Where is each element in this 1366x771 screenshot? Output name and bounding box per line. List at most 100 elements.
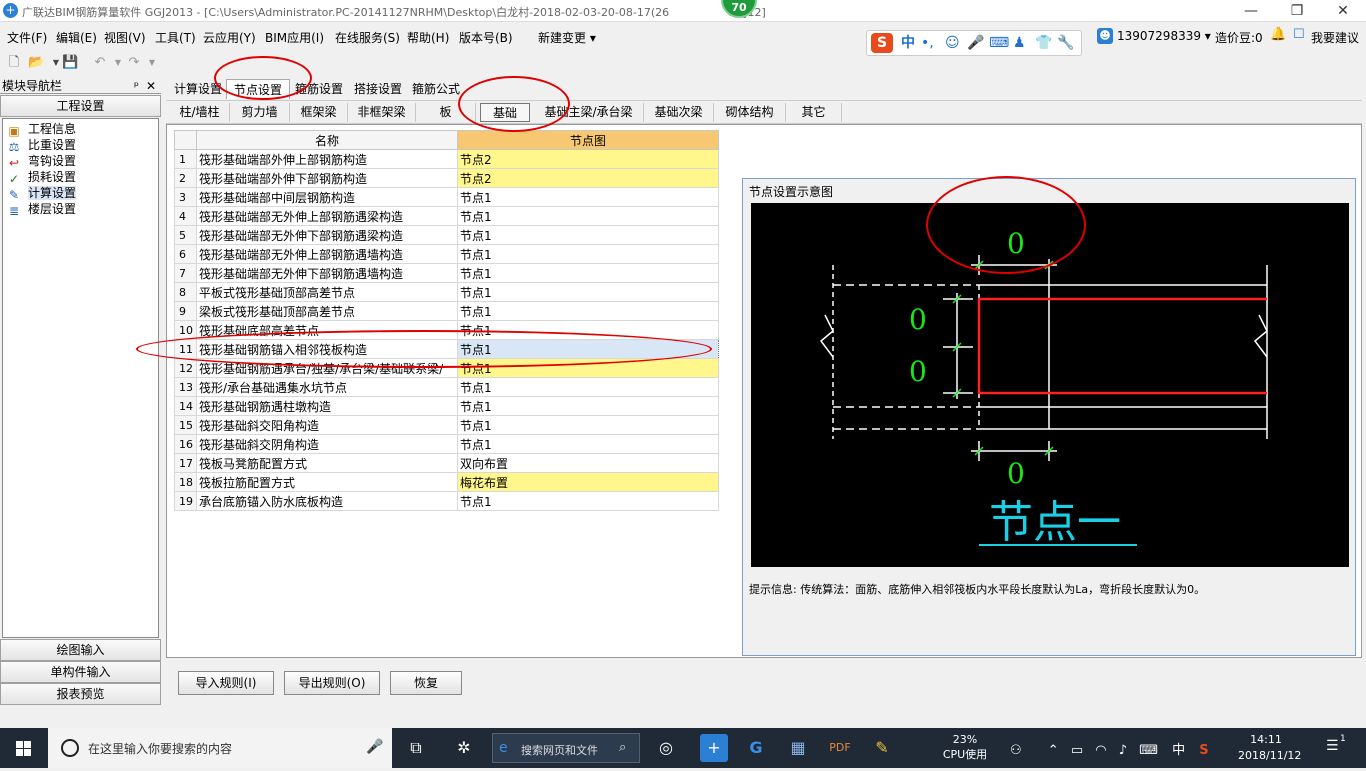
- table-row[interactable]: 8 平板式筏形基础顶部高差节点 节点1: [174, 282, 719, 302]
- menu-bim[interactable]: BIM应用(I): [265, 29, 324, 46]
- menu-version[interactable]: 版本号(B): [459, 29, 513, 46]
- row-name[interactable]: 筏形基础端部外伸下部钢筋构造: [196, 168, 458, 188]
- table-row[interactable]: 17 筏板马凳筋配置方式 双向布置: [174, 453, 719, 473]
- browser-g-icon[interactable]: G: [742, 734, 770, 762]
- pinwheel-icon[interactable]: ✲: [450, 734, 478, 762]
- row-node-value[interactable]: 节点2: [457, 168, 719, 188]
- undo-dropdown-icon[interactable]: ▼: [110, 55, 126, 71]
- subtab-other[interactable]: 其它: [786, 103, 842, 122]
- table-row[interactable]: 18 筏板拉筋配置方式 梅花布置: [174, 472, 719, 492]
- table-row[interactable]: 6 筏形基础端部无外伸上部钢筋遇墙构造 节点1: [174, 244, 719, 264]
- row-node-value[interactable]: 节点1: [457, 263, 719, 283]
- device-icon[interactable]: ▭: [1071, 743, 1083, 758]
- row-name[interactable]: 筏形/承台基础遇集水坑节点: [196, 377, 458, 397]
- table-row[interactable]: 5 筏形基础端部无外伸下部钢筋遇梁构造 节点1: [174, 225, 719, 245]
- subtab-masonry[interactable]: 砌体结构: [714, 103, 786, 122]
- nav-section-project-settings[interactable]: 工程设置: [0, 95, 161, 117]
- nav-item-project-info[interactable]: ▣ 工程信息: [6, 121, 76, 138]
- row-node-value[interactable]: 梅花布置: [457, 472, 719, 492]
- row-node-value[interactable]: 节点1: [457, 301, 719, 321]
- row-node-value[interactable]: 节点1: [457, 187, 719, 207]
- ime-toolbar[interactable]: S 中 •, ☺ 🎤 ⌨ ♟ 👕 🔧: [866, 30, 1082, 56]
- menu-help[interactable]: 帮助(H): [407, 29, 449, 46]
- keyboard-icon[interactable]: ⌨: [989, 33, 1009, 53]
- row-name[interactable]: 筏形基础端部中间层钢筋构造: [196, 187, 458, 207]
- nav-item-loss[interactable]: ✓ 损耗设置: [6, 169, 76, 186]
- row-node-value[interactable]: 节点1: [457, 244, 719, 264]
- table-row[interactable]: 19 承台底筋锚入防水底板构造 节点1: [174, 491, 719, 511]
- row-name[interactable]: 筏板马凳筋配置方式: [196, 453, 458, 473]
- menu-file[interactable]: 文件(F): [7, 29, 47, 46]
- minimize-button[interactable]: —: [1228, 0, 1274, 22]
- emoji-icon[interactable]: ☺: [945, 33, 960, 53]
- subtab-column[interactable]: 柱/墙柱: [170, 103, 230, 122]
- nav-section-report[interactable]: 报表预览: [0, 683, 161, 705]
- undo-icon[interactable]: ↶: [92, 55, 108, 71]
- save-icon[interactable]: 💾: [62, 55, 78, 71]
- menu-tools[interactable]: 工具(T): [155, 29, 196, 46]
- wifi-icon[interactable]: ◠: [1095, 743, 1106, 758]
- subtab-foundation-sub-beam[interactable]: 基础次梁: [644, 103, 714, 122]
- menu-new-change[interactable]: 新建变更 ▾: [538, 29, 596, 46]
- export-rules-button[interactable]: 导出规则(O): [284, 671, 380, 695]
- edge-search-box[interactable]: e 搜索网页和文件 ⌕: [492, 733, 640, 763]
- bell-icon[interactable]: 🔔: [1270, 27, 1286, 42]
- table-row[interactable]: 3 筏形基础端部中间层钢筋构造 节点1: [174, 187, 719, 207]
- row-node-value[interactable]: 节点1: [457, 206, 719, 226]
- ime-mode[interactable]: 中: [901, 33, 915, 53]
- tab-lap-settings[interactable]: 搭接设置: [350, 79, 406, 99]
- subtab-nonframe-beam[interactable]: 非框架梁: [348, 103, 416, 122]
- redo-dropdown-icon[interactable]: ▼: [144, 55, 160, 71]
- tray-up-icon[interactable]: ⌃: [1048, 743, 1059, 758]
- tools-icon[interactable]: ♟: [1013, 33, 1026, 53]
- row-name[interactable]: 筏形基础端部无外伸下部钢筋遇梁构造: [196, 225, 458, 245]
- notification-icon[interactable]: ☰: [1326, 738, 1339, 754]
- row-name[interactable]: 筏板拉筋配置方式: [196, 472, 458, 492]
- nav-item-hook[interactable]: ↩ 弯钩设置: [6, 153, 76, 170]
- row-node-value[interactable]: 节点1: [457, 282, 719, 302]
- clock[interactable]: 14:11 2018/11/12: [1238, 732, 1301, 764]
- user-icon[interactable]: ☻: [1097, 28, 1113, 44]
- nav-item-weight[interactable]: ⚖ 比重设置: [6, 137, 76, 154]
- volume-icon[interactable]: ♪: [1119, 743, 1127, 758]
- keyboard-tray-icon[interactable]: ⌨: [1139, 743, 1158, 758]
- row-name[interactable]: 筏形基础端部外伸上部钢筋构造: [196, 149, 458, 169]
- task-view-icon[interactable]: ⧉: [402, 734, 430, 762]
- app-box-icon[interactable]: ▦: [784, 734, 812, 762]
- table-row[interactable]: 15 筏形基础斜交阳角构造 节点1: [174, 415, 719, 435]
- cpu-meter[interactable]: 23% CPU使用: [930, 732, 1000, 766]
- row-node-value[interactable]: 节点1: [457, 434, 719, 454]
- table-row[interactable]: 7 筏形基础端部无外伸下部钢筋遇墙构造 节点1: [174, 263, 719, 283]
- maximize-button[interactable]: ❐: [1274, 0, 1320, 22]
- row-node-value[interactable]: 节点2: [457, 149, 719, 169]
- row-name[interactable]: 筏形基础斜交阴角构造: [196, 434, 458, 454]
- notes-app-icon[interactable]: ✎: [868, 734, 896, 762]
- nav-close-icon[interactable]: ✕: [146, 78, 156, 94]
- row-node-value[interactable]: 节点1: [457, 396, 719, 416]
- account-phone[interactable]: 13907298339 ▾: [1117, 29, 1211, 43]
- row-name[interactable]: 筏形基础端部无外伸下部钢筋遇墙构造: [196, 263, 458, 283]
- table-row[interactable]: 9 梁板式筏形基础顶部高差节点 节点1: [174, 301, 719, 321]
- menu-view[interactable]: 视图(V): [104, 29, 146, 46]
- feedback-icon[interactable]: ☐: [1293, 27, 1305, 42]
- table-row[interactable]: 13 筏形/承台基础遇集水坑节点 节点1: [174, 377, 719, 397]
- mic-icon[interactable]: 🎤: [366, 739, 383, 755]
- redo-icon[interactable]: ↷: [126, 55, 142, 71]
- open-folder-icon[interactable]: 📂: [28, 55, 44, 71]
- row-node-value[interactable]: 节点1: [457, 415, 719, 435]
- app-swirl-icon[interactable]: ◎: [652, 734, 680, 762]
- table-row[interactable]: 1 筏形基础端部外伸上部钢筋构造 节点2: [174, 149, 719, 169]
- menu-cloud[interactable]: 云应用(Y): [203, 29, 256, 46]
- row-node-value[interactable]: 双向布置: [457, 453, 719, 473]
- row-name[interactable]: 平板式筏形基础顶部高差节点: [196, 282, 458, 302]
- table-row[interactable]: 2 筏形基础端部外伸下部钢筋构造 节点2: [174, 168, 719, 188]
- people-icon[interactable]: ⚇: [1010, 743, 1022, 758]
- restore-button[interactable]: 恢复: [390, 671, 462, 695]
- row-name[interactable]: 筏形基础端部无外伸上部钢筋遇梁构造: [196, 206, 458, 226]
- subtab-frame-beam[interactable]: 框架梁: [290, 103, 348, 122]
- row-name[interactable]: 承台底筋锚入防水底板构造: [196, 491, 458, 511]
- row-name[interactable]: 筏形基础端部无外伸上部钢筋遇墙构造: [196, 244, 458, 264]
- import-rules-button[interactable]: 导入规则(I): [178, 671, 274, 695]
- menu-online[interactable]: 在线服务(S): [335, 29, 400, 46]
- nav-item-floor[interactable]: ≣ 楼层设置: [6, 201, 76, 218]
